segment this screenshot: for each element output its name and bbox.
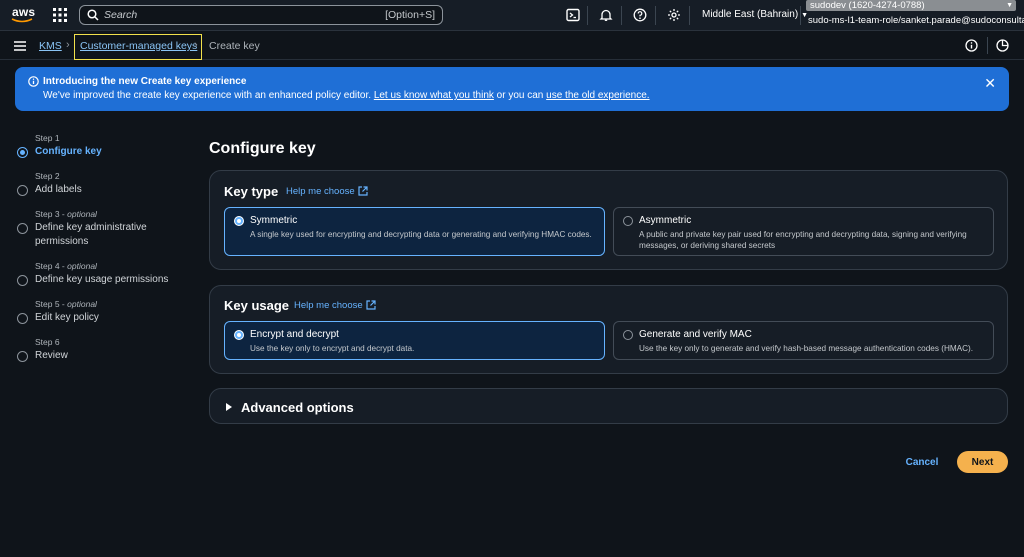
role-label: sudo-ms-l1-team-role/sanket.parade@sudoc… xyxy=(808,15,1024,26)
step-pending-icon xyxy=(17,313,28,324)
search-input[interactable]: Search [Option+S] xyxy=(79,5,443,25)
encrypt-decrypt-option[interactable]: Encrypt and decrypt Use the key only to … xyxy=(224,321,605,360)
services-grid-icon[interactable] xyxy=(53,8,67,22)
step-label: Step 2 xyxy=(35,171,60,181)
banner-text: or you can xyxy=(496,90,544,101)
nav-divider xyxy=(800,6,801,25)
breadcrumb-highlight xyxy=(74,34,202,60)
external-link-icon xyxy=(366,300,376,310)
radio-selected-icon xyxy=(234,330,244,340)
aws-smile-icon xyxy=(11,18,33,23)
step-label: Step 4 - optional xyxy=(35,261,97,271)
account-menu[interactable]: sudodev (1620-4274-0788) ▼ xyxy=(806,0,1016,11)
step-pending-icon xyxy=(17,185,28,196)
search-icon xyxy=(87,9,99,21)
step-label: Step 1 xyxy=(35,133,60,143)
option-title: Encrypt and decrypt xyxy=(250,329,339,340)
help-icon[interactable] xyxy=(633,8,647,22)
radio-unselected-icon xyxy=(623,330,633,340)
symmetric-option[interactable]: Symmetric A single key used for encrypti… xyxy=(224,207,605,256)
nav-divider xyxy=(621,6,622,25)
aws-logo[interactable]: aws xyxy=(10,3,36,27)
top-navigation: aws Search [Option+S] Middle East (Bahra… xyxy=(0,0,1024,31)
option-description: A public and private key pair used for e… xyxy=(639,230,967,250)
banner-title: Introducing the new Create key experienc… xyxy=(43,76,247,87)
asymmetric-option[interactable]: Asymmetric A public and private key pair… xyxy=(613,207,994,256)
key-usage-heading: Key usage xyxy=(224,298,290,313)
step-pending-icon xyxy=(17,351,28,362)
info-icon xyxy=(28,76,39,87)
cancel-button[interactable]: Cancel xyxy=(898,452,946,472)
step-name: Define key usage permissions xyxy=(35,274,169,285)
caret-down-icon: ▼ xyxy=(1006,2,1013,9)
option-description: Use the key only to generate and verify … xyxy=(639,344,974,353)
external-link-icon xyxy=(358,186,368,196)
step-name: Add labels xyxy=(35,184,82,195)
step-label: Step 6 xyxy=(35,337,60,347)
aws-logo-text: aws xyxy=(12,5,36,19)
key-type-panel: Key type Help me choose Symmetric A sing… xyxy=(209,170,1008,270)
gear-icon[interactable] xyxy=(667,8,681,22)
info-icon[interactable] xyxy=(965,39,978,52)
breadcrumb-create-key: Create key xyxy=(209,40,260,52)
option-title: Asymmetric xyxy=(639,215,692,226)
radio-selected-icon xyxy=(234,216,244,226)
nav-divider xyxy=(587,6,588,25)
option-title: Symmetric xyxy=(250,215,298,226)
banner-text: We've improved the create key experience… xyxy=(43,90,372,101)
option-description: Use the key only to encrypt and decrypt … xyxy=(250,344,415,353)
search-placeholder: Search xyxy=(104,9,138,21)
key-type-heading: Key type xyxy=(224,184,279,199)
feedback-link[interactable]: Let us know what you think xyxy=(374,90,494,101)
step-pending-icon xyxy=(17,223,28,234)
step-name: Review xyxy=(35,350,68,361)
step-label: Step 3 - optional xyxy=(35,209,97,219)
divider xyxy=(987,37,988,54)
close-icon[interactable]: ✕ xyxy=(984,75,996,92)
radio-unselected-icon xyxy=(623,216,633,226)
advanced-options-label: Advanced options xyxy=(241,400,354,415)
region-selector[interactable]: Middle East (Bahrain) ▼ xyxy=(702,9,808,20)
caret-right-icon xyxy=(226,403,232,411)
nav-divider xyxy=(655,6,656,25)
info-banner: Introducing the new Create key experienc… xyxy=(15,67,1009,111)
region-label: Middle East (Bahrain) xyxy=(702,9,799,20)
key-usage-panel: Key usage Help me choose Encrypt and dec… xyxy=(209,285,1008,374)
step-label: Step 5 - optional xyxy=(35,299,97,309)
cloudshell-icon[interactable] xyxy=(566,8,580,22)
step-name: Configure key xyxy=(35,146,102,157)
page-title: Configure key xyxy=(209,140,316,157)
menu-icon[interactable] xyxy=(14,41,26,51)
step-name: Define key administrative permissions xyxy=(35,222,147,247)
step-pending-icon xyxy=(17,275,28,286)
generate-verify-mac-option[interactable]: Generate and verify MAC Use the key only… xyxy=(613,321,994,360)
step-current-icon xyxy=(17,147,28,158)
step-name: Edit key policy xyxy=(35,312,99,323)
preferences-icon[interactable] xyxy=(996,39,1009,52)
key-usage-help-link[interactable]: Help me choose xyxy=(294,300,376,311)
banner-message: We've improved the create key experience… xyxy=(43,90,650,101)
breadcrumb-kms[interactable]: KMS xyxy=(39,40,62,52)
key-type-help-link[interactable]: Help me choose xyxy=(286,186,368,197)
old-experience-link[interactable]: use the old experience. xyxy=(546,90,649,101)
advanced-options-expander[interactable]: Advanced options xyxy=(209,388,1008,424)
option-title: Generate and verify MAC xyxy=(639,329,752,340)
option-description: A single key used for encrypting and dec… xyxy=(250,230,592,239)
search-shortcut: [Option+S] xyxy=(385,9,435,21)
next-button[interactable]: Next xyxy=(957,451,1008,473)
bell-icon[interactable] xyxy=(599,8,613,22)
chevron-right-icon: › xyxy=(66,39,70,51)
nav-divider xyxy=(689,6,690,25)
account-label: sudodev (1620-4274-0788) xyxy=(810,0,925,11)
